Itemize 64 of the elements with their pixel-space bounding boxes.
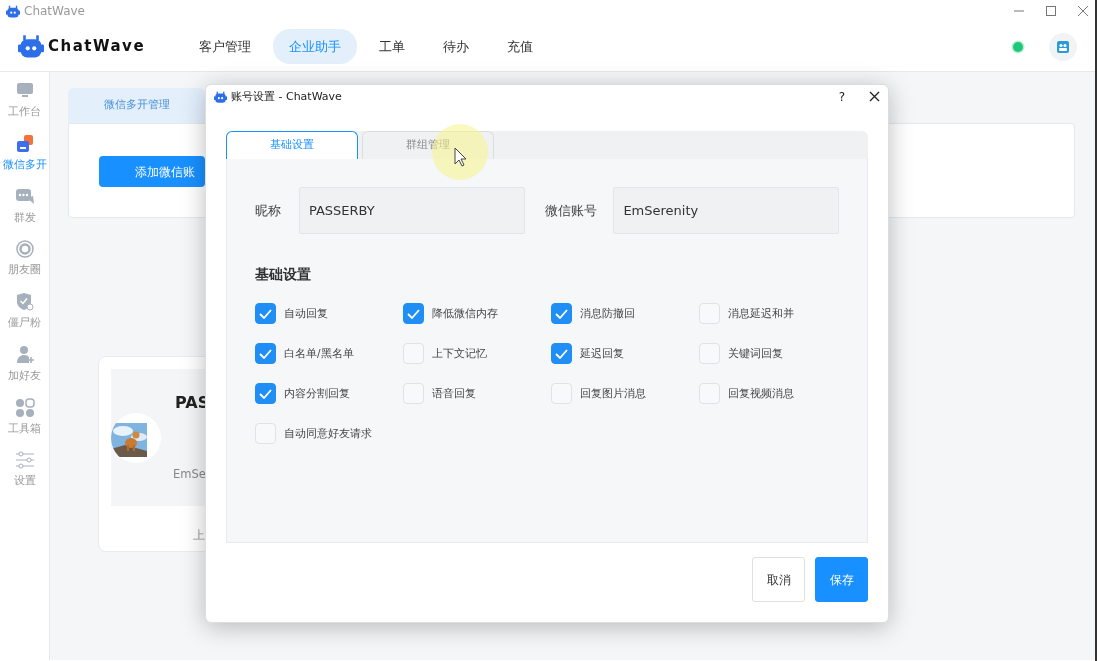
nav-tab[interactable]: 工单 <box>363 28 422 65</box>
checkbox[interactable] <box>551 303 572 324</box>
sidebar-item[interactable]: 工具箱 <box>8 396 41 437</box>
checkmark-icon <box>259 388 272 399</box>
sliders-icon <box>13 449 36 472</box>
sidebar-item[interactable]: 朋友圈 <box>8 238 41 278</box>
aperture-icon <box>13 238 36 261</box>
checkbox[interactable] <box>403 303 424 324</box>
checkbox-label: 白名单/黑名单 <box>284 345 354 361</box>
dialog-logo-icon <box>214 90 227 104</box>
checkbox-label: 自动同意好友请求 <box>284 425 372 441</box>
dialog-title: 账号设置 - ChatWave <box>231 88 342 105</box>
checkbox-label: 上下文记忆 <box>432 345 487 361</box>
checkbox-label: 消息延迟和并 <box>728 305 794 321</box>
nav-tab[interactable]: 待办 <box>427 28 486 65</box>
sidebar-item[interactable]: 工作台 <box>8 80 41 120</box>
logo-icon <box>18 33 44 60</box>
checkmark-icon <box>407 308 420 319</box>
field-label: 昵称 <box>255 201 282 220</box>
checkbox[interactable] <box>255 383 276 404</box>
checkbox-label: 自动回复 <box>284 305 328 321</box>
status-dot-icon <box>1011 39 1025 54</box>
sidebar-item[interactable]: 加好友 <box>8 343 41 384</box>
checkbox[interactable] <box>255 343 276 364</box>
nav-tab[interactable]: 充值 <box>491 28 550 65</box>
checkbox-label: 消息防撤回 <box>580 305 635 321</box>
help-button[interactable]: ? <box>838 88 845 106</box>
input-field[interactable]: PASSERBY <box>298 187 525 234</box>
app-logo-icon <box>6 4 20 19</box>
contacts-icon[interactable] <box>1049 32 1077 61</box>
nav-tab[interactable]: 企业助手 <box>273 28 358 65</box>
sidebar-item[interactable]: 僵尸粉 <box>8 291 41 331</box>
checkmark-icon <box>555 308 568 319</box>
maximize-icon[interactable] <box>1045 5 1057 17</box>
section-title: 基础设置 <box>255 265 312 284</box>
checkbox-label: 降低微信内存 <box>432 305 498 321</box>
logo-text: ChatWave <box>48 36 146 58</box>
sidebar-item[interactable]: 设置 <box>13 449 36 489</box>
cancel-button[interactable]: 取消 <box>752 557 805 602</box>
checkbox-label: 语音回复 <box>432 385 476 401</box>
nav-tab[interactable]: 客户管理 <box>183 28 268 65</box>
dialog-tab[interactable]: 基础设置 <box>226 131 358 159</box>
checkmark-icon <box>259 308 272 319</box>
checkbox-label: 回复图片消息 <box>580 385 646 401</box>
add-account-button[interactable]: 添加微信账 <box>99 156 205 187</box>
sidebar-item[interactable]: 群发 <box>13 185 36 226</box>
sidebar-item[interactable]: 微信多开 <box>2 132 47 173</box>
input-field[interactable]: EmSerenity <box>613 187 839 234</box>
checkbox-label: 关键词回复 <box>728 345 783 361</box>
checkbox-label: 回复视频消息 <box>728 385 794 401</box>
card-footer-text: 上 <box>193 527 206 544</box>
checkmark-icon <box>555 348 568 359</box>
account-id: EmSe <box>173 466 206 483</box>
field-label: 微信账号 <box>544 201 598 220</box>
window-title: ChatWave <box>24 3 85 20</box>
apps-icon <box>13 396 36 419</box>
checkbox[interactable] <box>551 343 572 364</box>
close-icon[interactable] <box>869 91 880 103</box>
save-button[interactable]: 保存 <box>815 557 868 602</box>
panel-tab[interactable]: 微信多开管理 <box>68 88 205 123</box>
checkbox-label: 延迟回复 <box>580 345 624 361</box>
checkbox-label: 内容分割回复 <box>284 385 350 401</box>
checkbox[interactable] <box>255 303 276 324</box>
checkmark-icon <box>259 348 272 359</box>
